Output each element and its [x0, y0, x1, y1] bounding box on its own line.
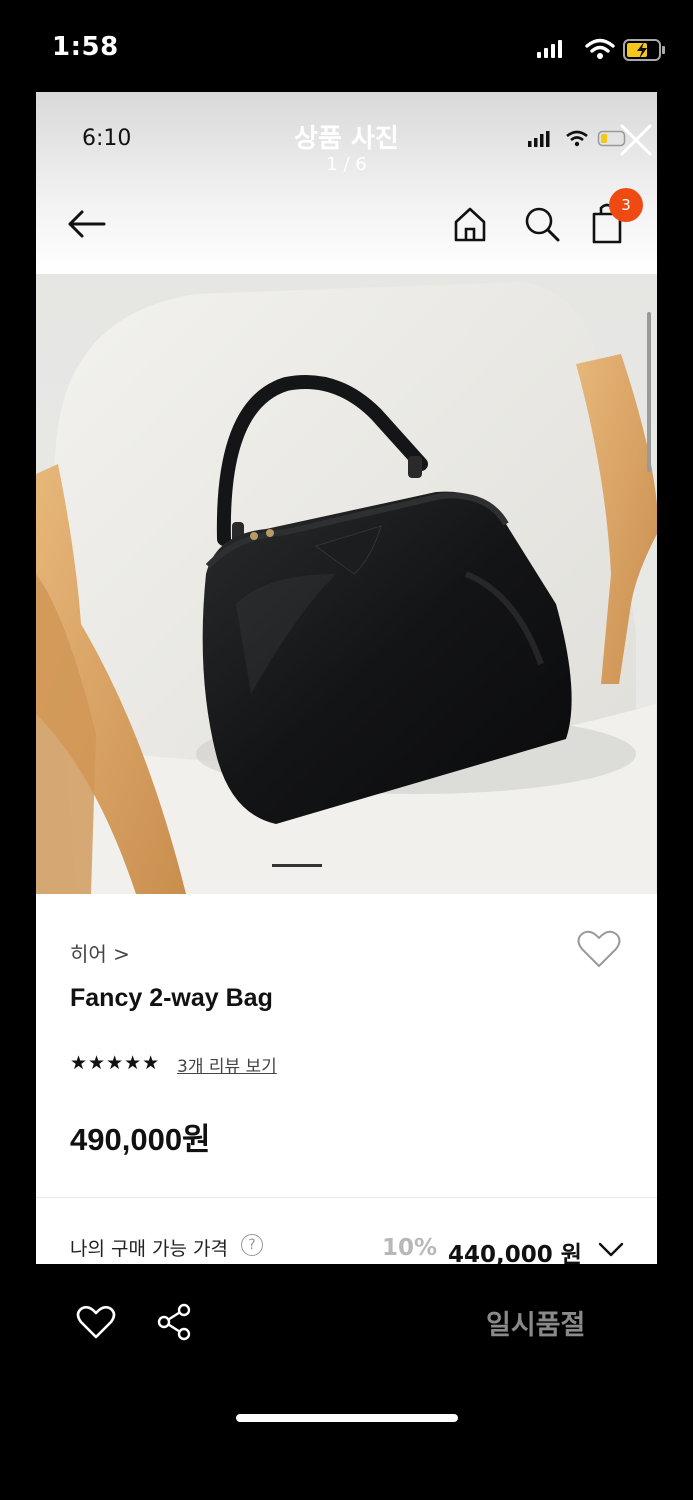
wishlist-button[interactable] [576, 928, 622, 970]
search-icon [525, 207, 560, 242]
close-icon [620, 124, 652, 156]
scroll-indicator[interactable] [647, 312, 651, 472]
status-bar-time: 1:58 [52, 32, 119, 62]
search-button[interactable] [520, 202, 564, 246]
image-pager-indicator [272, 864, 322, 867]
photo-viewer-title: 상품 사진 [294, 124, 399, 154]
sold-out-button[interactable]: 일시품절 [486, 1303, 585, 1342]
share-button[interactable] [156, 1302, 194, 1342]
reviews-link[interactable]: 3개 리뷰 보기 [177, 1052, 277, 1077]
product-name: Fancy 2-way Bag [70, 984, 273, 1012]
photo-viewer-counter: 1 / 6 [326, 154, 367, 175]
brand-link[interactable]: 히어 > [70, 938, 130, 967]
home-indicator[interactable] [236, 1414, 458, 1422]
heart-icon [577, 930, 621, 967]
close-button[interactable] [616, 120, 656, 160]
home-icon [454, 207, 486, 242]
my-price-label: 나의 구매 가능 가격 [70, 1238, 228, 1260]
help-icon[interactable]: ? [241, 1234, 263, 1256]
expand-price-button[interactable] [596, 1236, 626, 1262]
signal-icon [537, 40, 562, 58]
wifi-icon [585, 38, 615, 59]
product-screenshot: 6:10 상품 사진 1 / 6 3 히어 > Fancy 2-way Bag … [36, 92, 657, 1264]
discounted-price: 440,000 원 [448, 1242, 582, 1264]
product-price: 490,000원 [70, 1122, 211, 1157]
cart-count-badge: 3 [609, 188, 643, 222]
battery-icon [623, 39, 665, 61]
rating-stars: ★★★★★ [70, 1052, 161, 1074]
back-button[interactable] [64, 204, 110, 244]
chevron-down-icon [598, 1242, 624, 1257]
divider [36, 1197, 657, 1198]
back-arrow-icon [68, 210, 106, 238]
product-image[interactable] [36, 274, 657, 894]
bottom-wishlist-button[interactable] [76, 1304, 116, 1340]
discount-rate: 10% [382, 1235, 438, 1261]
status-bar-icons [531, 36, 671, 64]
home-button[interactable] [448, 202, 492, 246]
heart-icon [76, 1305, 116, 1339]
share-icon [157, 1303, 191, 1341]
